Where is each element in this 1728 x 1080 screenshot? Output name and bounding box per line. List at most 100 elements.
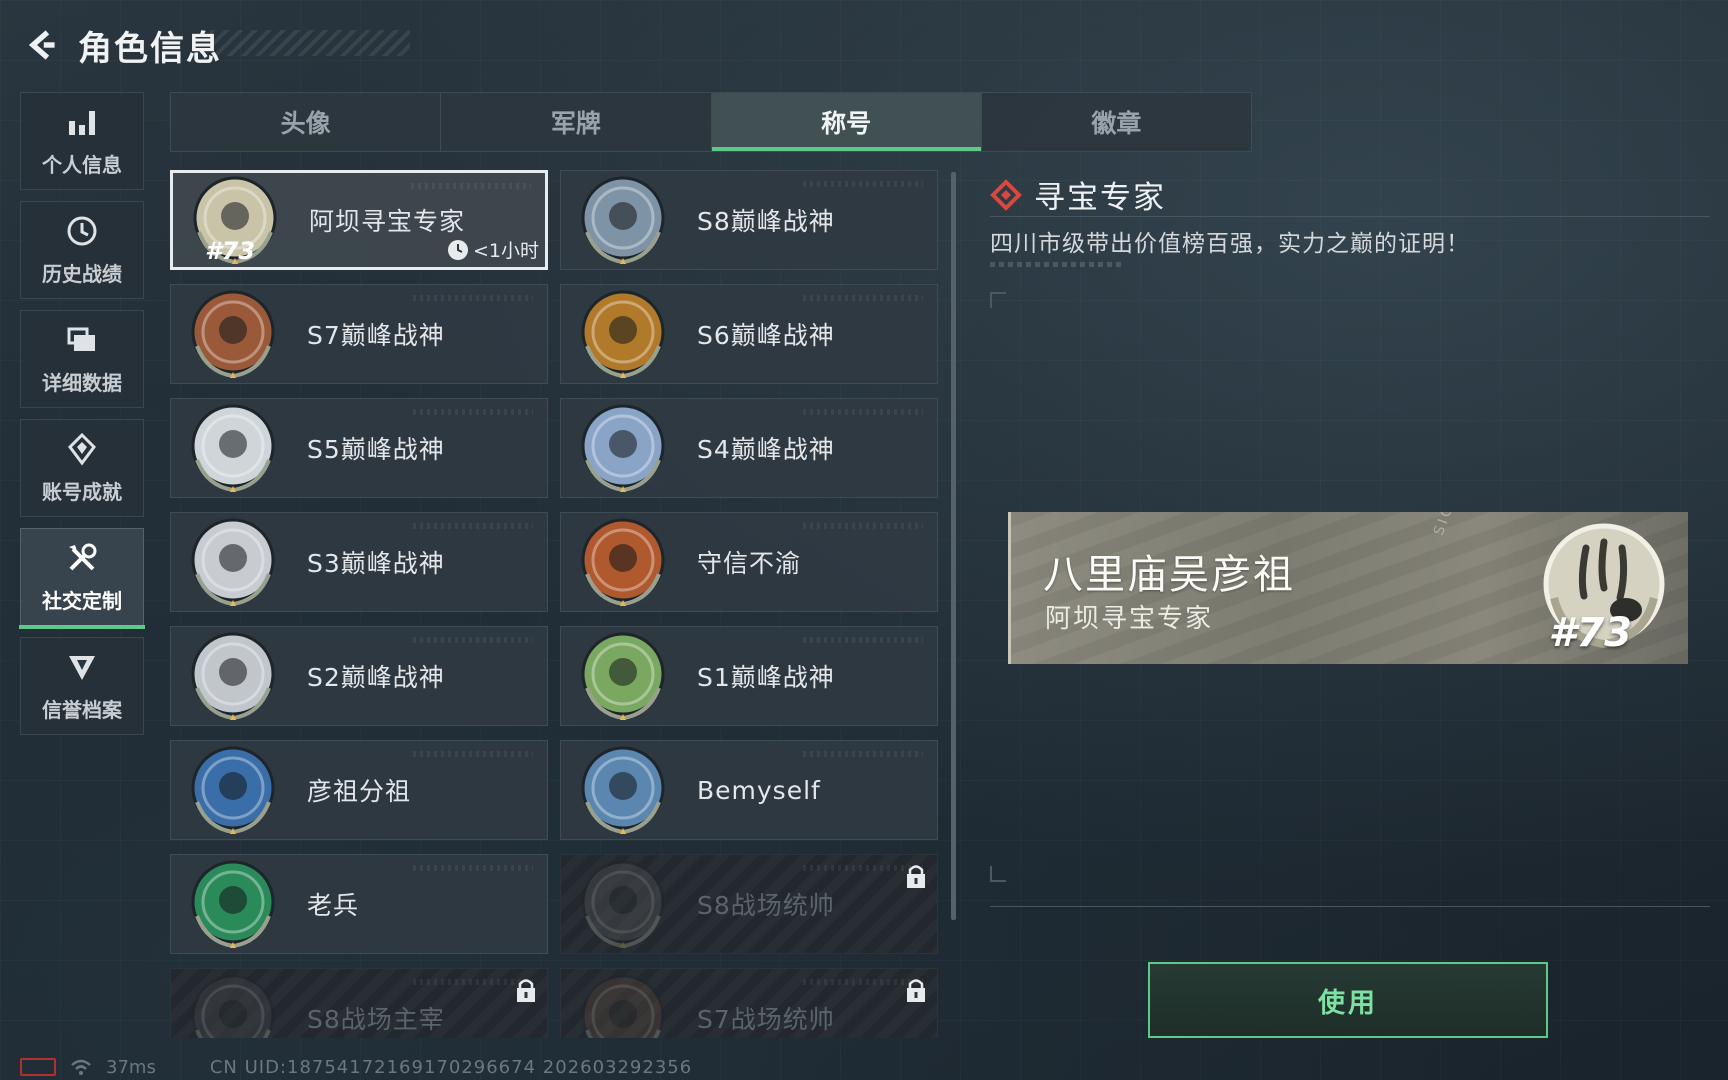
title-card[interactable]: S4巅峰战神 [560,398,938,498]
clock-icon [447,239,468,260]
s8-emblem-icon [577,174,669,266]
card-decoration [413,865,533,871]
title-list: 阿坝寻宝专家 #73 <1小时 S8巅峰战神 S7巅峰战神 S6巅峰战神 S5巅峰战神 S4巅… [170,170,940,1038]
portrait-signature-emblem-icon [187,744,279,836]
title-card-label: S3巅峰战神 [307,549,445,578]
title-card-label: S7战场统帅 [697,1005,835,1034]
vehicle-emblem-icon [577,972,669,1038]
title-card[interactable]: S1巅峰战神 [560,626,938,726]
ping-value: 37ms [106,1056,156,1078]
nav-item-achievements[interactable]: 账号成就 [20,419,144,517]
list-scrollbar[interactable] [951,172,956,920]
title-card-label: S6巅峰战神 [697,321,835,350]
preview-side-text: SICHUAN [1431,512,1475,537]
title-card-label: 守信不渝 [697,549,802,578]
card-decoration [803,181,923,187]
title-card[interactable]: 阿坝寻宝专家 #73 <1小时 [170,170,548,270]
title-card[interactable]: S7战场统帅 [560,968,938,1038]
title-card-label: 彦祖分祖 [307,777,412,806]
tab-badge[interactable]: 徽章 [982,93,1251,151]
card-decoration [803,637,923,643]
s4-helmet-emblem-icon [577,402,669,494]
title-card[interactable]: S8战场主宰 [170,968,548,1038]
nav-label: 社交定制 [42,588,122,613]
title-card-label: S8战场统帅 [697,891,835,920]
tab-title[interactable]: 称号 [711,93,982,151]
detail-description: 四川市级带出价值榜百强，实力之巅的证明！ [990,231,1470,257]
s5-diver-skull-emblem-icon [187,402,279,494]
s2-triangle-emblem-icon [187,630,279,722]
lock-icon [515,977,537,1003]
soldier-signature-emblem-icon [577,744,669,836]
title-card[interactable]: S8战场统帅 [560,854,938,954]
detail-divider [990,216,1710,217]
device-battery-icon [20,1058,56,1076]
nav-item-personal-info[interactable]: 个人信息 [20,92,144,190]
nav-label: 历史战绩 [42,261,122,286]
nav-label: 账号成就 [42,479,122,504]
title-card[interactable]: S6巅峰战神 [560,284,938,384]
title-card[interactable]: S2巅峰战神 [170,626,548,726]
wifi-icon [71,1059,91,1075]
card-decoration [413,409,533,415]
title-card[interactable]: S7巅峰战神 [170,284,548,384]
page-title: 角色信息 [78,28,222,69]
nav-item-history[interactable]: 历史战绩 [20,201,144,299]
s3-globe-emblem-icon [187,516,279,608]
title-card[interactable]: Bemyself [560,740,938,840]
title-preview-card: SICHUAN 八里庙吴彦祖 阿坝寻宝专家 #73 [1008,512,1688,664]
folder-icon [67,327,95,351]
card-decoration [803,295,923,301]
card-decoration [803,751,923,757]
bottom-divider [990,906,1710,907]
title-card-label: S4巅峰战神 [697,435,835,464]
preview-rank: #73 [1548,610,1633,656]
title-card-label: 老兵 [307,891,360,920]
timer-text: <1小时 [472,240,539,262]
tab-dogtag[interactable]: 军牌 [441,93,712,151]
reputation-icon [69,655,95,680]
tab-bar: 头像 军牌 称号 徽章 [170,92,1252,152]
title-card-label: Bemyself [697,775,821,805]
tab-avatar[interactable]: 头像 [171,93,442,151]
detail-title: 寻宝专家 [1034,180,1166,216]
card-decoration [413,295,533,301]
title-card[interactable]: 彦祖分祖 [170,740,548,840]
card-decoration [413,751,533,757]
diamond-icon [990,178,1022,211]
header: 角色信息 [20,20,222,70]
lock-icon [905,977,927,1003]
frame-corner [990,866,1006,882]
detail-heading: 寻宝专家 [990,172,1166,217]
justice-scale-emblem-icon [577,516,669,608]
title-card-label: S5巅峰战神 [307,435,445,464]
preview-player-name: 八里庙吴彦祖 [1043,552,1295,598]
nav-item-social-custom[interactable]: 社交定制 [19,528,145,629]
title-card[interactable]: S5巅峰战神 [170,398,548,498]
title-card[interactable]: 老兵 [170,854,548,954]
use-button[interactable]: 使用 [1148,962,1548,1038]
frame-corner [990,292,1006,308]
title-card-label: S8巅峰战神 [697,207,835,236]
s6-shield-emblem-icon [577,288,669,380]
nav-item-reputation[interactable]: 信誉档案 [20,637,144,735]
title-card[interactable]: S3巅峰战神 [170,512,548,612]
nav-item-detail-data[interactable]: 详细数据 [20,310,144,408]
card-decoration [413,523,533,529]
title-card-label: S7巅峰战神 [307,321,445,350]
title-card-label: S8战场主宰 [307,1005,445,1034]
title-card-label: S2巅峰战神 [307,663,445,692]
nav-label: 信誉档案 [42,697,122,722]
nav-label: 详细数据 [42,370,122,395]
title-card[interactable]: 守信不渝 [560,512,938,612]
tank-emblem-icon [577,858,669,950]
title-card[interactable]: S8巅峰战神 [560,170,938,270]
preview-title: 阿坝寻宝专家 [1045,604,1214,634]
time-remaining: <1小时 [447,236,539,263]
card-decoration [803,523,923,529]
status-bar: 37ms CN UID:1875417216917029667​4 202603… [20,1056,692,1078]
description-decoration [990,262,1122,267]
back-button[interactable] [20,23,64,67]
title-decoration [210,30,410,56]
title-card-label: 阿坝寻宝专家 [309,207,466,236]
